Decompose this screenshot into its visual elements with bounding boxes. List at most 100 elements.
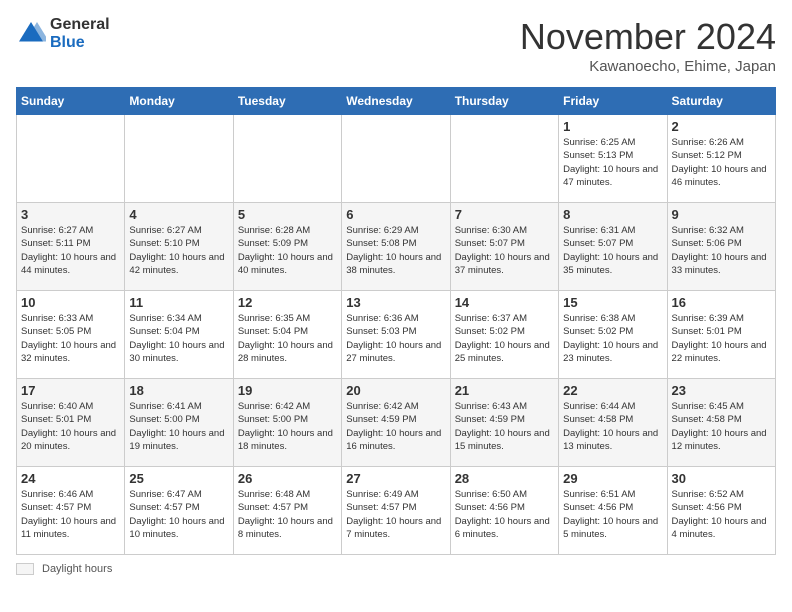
- calendar-cell: 29Sunrise: 6:51 AM Sunset: 4:56 PM Dayli…: [559, 467, 667, 555]
- calendar-cell: 27Sunrise: 6:49 AM Sunset: 4:57 PM Dayli…: [342, 467, 450, 555]
- logo-blue: Blue: [50, 34, 110, 52]
- day-number: 16: [672, 295, 771, 310]
- day-number: 4: [129, 207, 228, 222]
- day-number: 5: [238, 207, 337, 222]
- day-number: 3: [21, 207, 120, 222]
- calendar-cell: 22 Sunrise: 6:44 AM Sunset: 4:58 PM Dayli…: [559, 379, 667, 467]
- day-number: 28: [455, 471, 554, 486]
- month-title: November 2024: [520, 16, 776, 58]
- calendar-cell: 13Sunrise: 6:36 AM Sunset: 5:03 PM Dayli…: [342, 291, 450, 379]
- cell-info: Sunrise: 6:41 AM Sunset: 5:00 PM Dayligh…: [129, 400, 228, 453]
- logo-general: General: [50, 16, 110, 34]
- day-number: 18: [129, 383, 228, 398]
- logo: General Blue: [16, 16, 110, 51]
- cell-info: Sunrise: 6:43 AM Sunset: 4:59 PM Dayligh…: [455, 400, 554, 453]
- calendar-week-row: 10 Sunrise: 6:33 AM Sunset: 5:05 PM Dayli…: [17, 291, 776, 379]
- legend-label: Daylight hours: [42, 563, 112, 575]
- calendar-cell: 23 Sunrise: 6:45 AM Sunset: 4:58 PM Dayli…: [667, 379, 775, 467]
- cell-info: Sunrise: 6:45 AM Sunset: 4:58 PM Dayligh…: [672, 400, 771, 453]
- calendar-body: 1Sunrise: 6:25 AM Sunset: 5:13 PM Daylig…: [17, 115, 776, 555]
- calendar-cell: 16 Sunrise: 6:39 AM Sunset: 5:01 PM Dayli…: [667, 291, 775, 379]
- day-number: 11: [129, 295, 228, 310]
- calendar-header-cell: Wednesday: [342, 88, 450, 115]
- cell-info: Sunrise: 6:27 AM Sunset: 5:11 PM Dayligh…: [21, 224, 120, 277]
- cell-info: Sunrise: 6:52 AM Sunset: 4:56 PM Dayligh…: [672, 488, 771, 541]
- page-header: General Blue November 2024 Kawanoecho, E…: [16, 16, 776, 75]
- calendar-cell: 24 Sunrise: 6:46 AM Sunset: 4:57 PM Dayli…: [17, 467, 125, 555]
- calendar-cell: 1Sunrise: 6:25 AM Sunset: 5:13 PM Daylig…: [559, 115, 667, 203]
- day-number: 26: [238, 471, 337, 486]
- day-number: 1: [563, 119, 662, 134]
- cell-info: Sunrise: 6:37 AM Sunset: 5:02 PM Dayligh…: [455, 312, 554, 365]
- day-number: 8: [563, 207, 662, 222]
- day-number: 12: [238, 295, 337, 310]
- cell-info: Sunrise: 6:46 AM Sunset: 4:57 PM Dayligh…: [21, 488, 120, 541]
- calendar-header-cell: Sunday: [17, 88, 125, 115]
- calendar-header-cell: Tuesday: [233, 88, 341, 115]
- day-number: 19: [238, 383, 337, 398]
- day-number: 2: [672, 119, 771, 134]
- cell-info: Sunrise: 6:27 AM Sunset: 5:10 PM Dayligh…: [129, 224, 228, 277]
- calendar-cell: 17Sunrise: 6:40 AM Sunset: 5:01 PM Dayli…: [17, 379, 125, 467]
- day-number: 22: [563, 383, 662, 398]
- day-number: 24: [21, 471, 120, 486]
- calendar-cell: 9 Sunrise: 6:32 AM Sunset: 5:06 PM Daylig…: [667, 203, 775, 291]
- day-number: 17: [21, 383, 120, 398]
- day-number: 6: [346, 207, 445, 222]
- day-number: 21: [455, 383, 554, 398]
- calendar-week-row: 17Sunrise: 6:40 AM Sunset: 5:01 PM Dayli…: [17, 379, 776, 467]
- cell-info: Sunrise: 6:44 AM Sunset: 4:58 PM Dayligh…: [563, 400, 662, 453]
- legend-swatch: [16, 563, 34, 575]
- calendar-cell: 10 Sunrise: 6:33 AM Sunset: 5:05 PM Dayli…: [17, 291, 125, 379]
- calendar-cell: [233, 115, 341, 203]
- day-number: 23: [672, 383, 771, 398]
- day-number: 25: [129, 471, 228, 486]
- calendar-cell: 11 Sunrise: 6:34 AM Sunset: 5:04 PM Dayli…: [125, 291, 233, 379]
- cell-info: Sunrise: 6:33 AM Sunset: 5:05 PM Dayligh…: [21, 312, 120, 365]
- calendar-cell: 6 Sunrise: 6:29 AM Sunset: 5:08 PM Daylig…: [342, 203, 450, 291]
- calendar-cell: 2 Sunrise: 6:26 AM Sunset: 5:12 PM Daylig…: [667, 115, 775, 203]
- calendar-week-row: 3 Sunrise: 6:27 AM Sunset: 5:11 PM Daylig…: [17, 203, 776, 291]
- calendar-cell: 26 Sunrise: 6:48 AM Sunset: 4:57 PM Dayli…: [233, 467, 341, 555]
- calendar-cell: [342, 115, 450, 203]
- calendar-cell: 7Sunrise: 6:30 AM Sunset: 5:07 PM Daylig…: [450, 203, 558, 291]
- calendar-cell: 4 Sunrise: 6:27 AM Sunset: 5:10 PM Daylig…: [125, 203, 233, 291]
- cell-info: Sunrise: 6:35 AM Sunset: 5:04 PM Dayligh…: [238, 312, 337, 365]
- calendar-cell: 28Sunrise: 6:50 AM Sunset: 4:56 PM Dayli…: [450, 467, 558, 555]
- calendar-cell: 14Sunrise: 6:37 AM Sunset: 5:02 PM Dayli…: [450, 291, 558, 379]
- cell-info: Sunrise: 6:48 AM Sunset: 4:57 PM Dayligh…: [238, 488, 337, 541]
- calendar-header-cell: Monday: [125, 88, 233, 115]
- day-number: 29: [563, 471, 662, 486]
- day-number: 10: [21, 295, 120, 310]
- cell-info: Sunrise: 6:31 AM Sunset: 5:07 PM Dayligh…: [563, 224, 662, 277]
- calendar-cell: 30Sunrise: 6:52 AM Sunset: 4:56 PM Dayli…: [667, 467, 775, 555]
- cell-info: Sunrise: 6:36 AM Sunset: 5:03 PM Dayligh…: [346, 312, 445, 365]
- cell-info: Sunrise: 6:26 AM Sunset: 5:12 PM Dayligh…: [672, 136, 771, 189]
- calendar-cell: 8 Sunrise: 6:31 AM Sunset: 5:07 PM Daylig…: [559, 203, 667, 291]
- calendar-cell: 3 Sunrise: 6:27 AM Sunset: 5:11 PM Daylig…: [17, 203, 125, 291]
- calendar-header-cell: Saturday: [667, 88, 775, 115]
- calendar-cell: 12 Sunrise: 6:35 AM Sunset: 5:04 PM Dayli…: [233, 291, 341, 379]
- cell-info: Sunrise: 6:39 AM Sunset: 5:01 PM Dayligh…: [672, 312, 771, 365]
- day-number: 20: [346, 383, 445, 398]
- cell-info: Sunrise: 6:47 AM Sunset: 4:57 PM Dayligh…: [129, 488, 228, 541]
- calendar-header-cell: Thursday: [450, 88, 558, 115]
- cell-info: Sunrise: 6:34 AM Sunset: 5:04 PM Dayligh…: [129, 312, 228, 365]
- calendar-header-row: SundayMondayTuesdayWednesdayThursdayFrid…: [17, 88, 776, 115]
- calendar-cell: 19 Sunrise: 6:42 AM Sunset: 5:00 PM Dayli…: [233, 379, 341, 467]
- cell-info: Sunrise: 6:32 AM Sunset: 5:06 PM Dayligh…: [672, 224, 771, 277]
- calendar-week-row: 24 Sunrise: 6:46 AM Sunset: 4:57 PM Dayli…: [17, 467, 776, 555]
- cell-info: Sunrise: 6:29 AM Sunset: 5:08 PM Dayligh…: [346, 224, 445, 277]
- cell-info: Sunrise: 6:49 AM Sunset: 4:57 PM Dayligh…: [346, 488, 445, 541]
- day-number: 9: [672, 207, 771, 222]
- logo-text: General Blue: [50, 16, 110, 51]
- day-number: 7: [455, 207, 554, 222]
- legend: Daylight hours: [16, 563, 776, 575]
- calendar-cell: [125, 115, 233, 203]
- logo-icon: [16, 19, 46, 49]
- calendar-header-cell: Friday: [559, 88, 667, 115]
- cell-info: Sunrise: 6:42 AM Sunset: 5:00 PM Dayligh…: [238, 400, 337, 453]
- day-number: 15: [563, 295, 662, 310]
- calendar-cell: 21 Sunrise: 6:43 AM Sunset: 4:59 PM Dayli…: [450, 379, 558, 467]
- cell-info: Sunrise: 6:42 AM Sunset: 4:59 PM Dayligh…: [346, 400, 445, 453]
